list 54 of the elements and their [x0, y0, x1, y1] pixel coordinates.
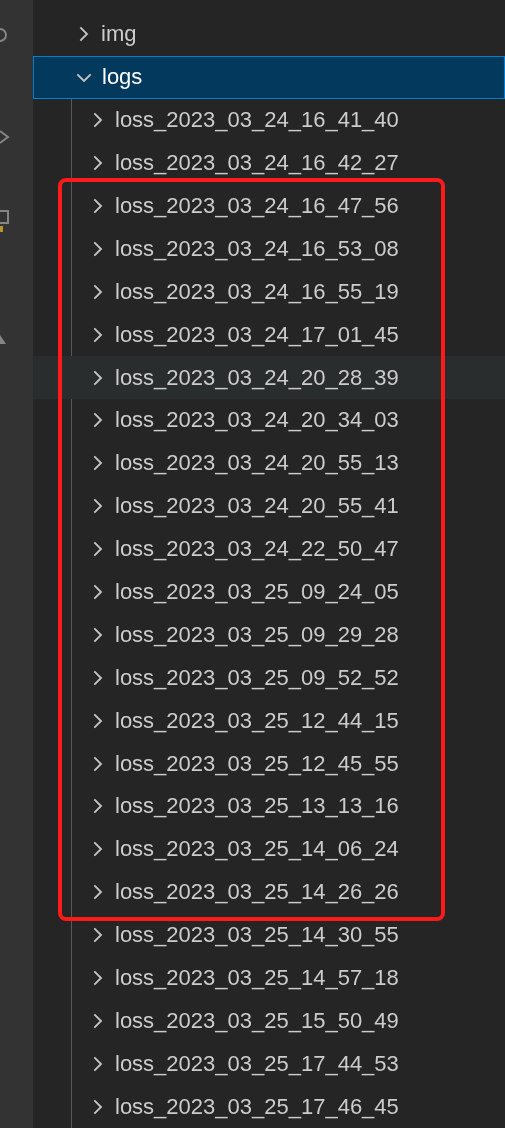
square-icon[interactable]: [0, 210, 10, 232]
folder-name: loss_2023_03_25_14_30_55: [115, 922, 399, 949]
folder-row[interactable]: loss_2023_03_25_09_29_28: [33, 613, 505, 657]
folder-name: loss_2023_03_25_09_52_52: [115, 664, 399, 691]
folder-name: loss_2023_03_25_09_29_28: [115, 621, 399, 648]
folder-name: loss_2023_03_25_12_45_55: [115, 750, 399, 777]
folder-row[interactable]: logs: [33, 55, 505, 99]
folder-name: loss_2023_03_24_22_50_47: [115, 536, 399, 563]
folder-row[interactable]: loss_2023_03_24_20_55_41: [33, 484, 505, 528]
folder-name: loss_2023_03_24_16_55_19: [115, 278, 399, 305]
folder-name: loss_2023_03_24_16_42_27: [115, 150, 399, 177]
folder-name: loss_2023_03_25_15_50_49: [115, 1007, 399, 1034]
folder-row[interactable]: loss_2023_03_25_09_24_05: [33, 570, 505, 614]
folder-name: loss_2023_03_24_16_47_56: [115, 193, 399, 219]
folder-row[interactable]: loss_2023_03_24_16_41_40: [33, 98, 505, 142]
folder-row[interactable]: loss_2023_03_25_14_06_24: [33, 827, 505, 871]
folder-row[interactable]: loss_2023_03_25_13_13_16: [33, 785, 505, 828]
folder-row[interactable]: loss_2023_03_24_20_55_13: [33, 441, 505, 485]
folder-name: loss_2023_03_25_14_06_24: [115, 836, 399, 863]
folder-row[interactable]: loss_2023_03_25_14_57_18: [33, 956, 505, 1000]
folder-row[interactable]: loss_2023_03_25_14_30_55: [33, 913, 505, 957]
folder-row[interactable]: loss_2023_03_24_16_55_19: [33, 270, 505, 314]
folder-name: loss_2023_03_24_17_01_45: [115, 321, 399, 348]
folder-name: loss_2023_03_24_20_55_13: [115, 450, 399, 477]
folder-row[interactable]: loss_2023_03_25_17_46_45: [33, 1085, 505, 1128]
folder-row[interactable]: loss_2023_03_25_09_52_52: [33, 656, 505, 700]
folder-name: loss_2023_03_25_14_26_26: [115, 879, 399, 906]
folder-name: loss_2023_03_24_16_53_08: [115, 235, 399, 262]
folder-name: logs: [102, 64, 143, 91]
folder-row[interactable]: loss_2023_03_24_20_28_39: [33, 356, 505, 399]
folder-row[interactable]: loss_2023_03_25_14_26_26: [33, 870, 505, 914]
folder-name: loss_2023_03_25_12_44_15: [115, 707, 399, 734]
folder-row[interactable]: loss_2023_03_25_12_45_55: [33, 742, 505, 786]
folder-row[interactable]: img: [33, 13, 505, 56]
folder-row[interactable]: loss_2023_03_24_16_42_27: [33, 141, 505, 185]
folder-name: loss_2023_03_25_14_57_18: [115, 965, 399, 992]
folder-row[interactable]: loss_2023_03_24_17_01_45: [33, 313, 505, 357]
folder-name: loss_2023_03_24_20_28_39: [115, 364, 399, 391]
folder-row[interactable]: loss_2023_03_25_12_44_15: [33, 699, 505, 743]
folder-name: img: [101, 21, 137, 48]
chevron-icon[interactable]: [0, 129, 10, 145]
folder-row[interactable]: loss_2023_03_24_20_34_03: [33, 399, 505, 442]
folder-name: loss_2023_03_25_17_44_53: [115, 1050, 399, 1077]
folder-name: loss_2023_03_24_16_41_40: [115, 107, 399, 134]
folder-name: loss_2023_03_25_17_46_45: [115, 1093, 399, 1120]
folder-row[interactable]: loss_2023_03_24_16_53_08: [33, 227, 505, 271]
folder-name: loss_2023_03_25_13_13_16: [115, 793, 399, 820]
folder-name: loss_2023_03_24_20_34_03: [115, 407, 399, 434]
folder-name: loss_2023_03_24_20_55_41: [115, 493, 399, 520]
folder-name: loss_2023_03_25_09_24_05: [115, 579, 399, 605]
folder-row[interactable]: loss_2023_03_24_16_47_56: [33, 184, 505, 228]
folder-row[interactable]: loss_2023_03_25_15_50_49: [33, 999, 505, 1043]
folder-row[interactable]: loss_2023_03_25_17_44_53: [33, 1042, 505, 1086]
folder-row[interactable]: loss_2023_03_24_22_50_47: [33, 527, 505, 571]
